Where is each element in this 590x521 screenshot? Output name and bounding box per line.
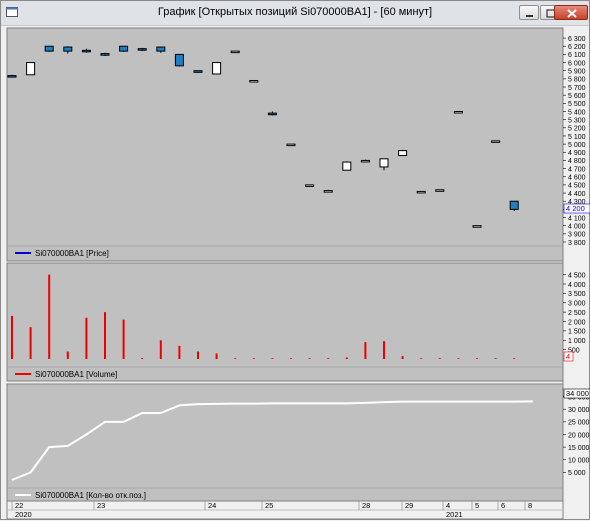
oi-tick-label: 30 000 — [568, 407, 590, 414]
candle — [119, 45, 129, 52]
volume-tick-label: 2 500 — [568, 310, 586, 317]
candle — [249, 79, 259, 83]
price-tick-label: 6 300 — [568, 36, 586, 43]
year-label: 2020 — [15, 510, 32, 519]
candle — [509, 200, 519, 210]
candle — [193, 70, 203, 73]
oi-tick-label: 10 000 — [568, 458, 590, 465]
price-tick-label: 6 100 — [568, 52, 586, 59]
volume-tick-label: 1 500 — [568, 329, 586, 336]
candle — [230, 50, 240, 54]
price-tick-label: 5 200 — [568, 126, 586, 133]
volume-panel[interactable] — [6, 262, 564, 382]
candle — [212, 62, 222, 75]
price-tick-label: 3 900 — [568, 232, 586, 239]
volume-tick-label: 3 500 — [568, 291, 586, 298]
price-y-axis: 6 3006 2006 1006 000 5 9005 8005 7005 600… — [563, 36, 586, 247]
day-label: 6 — [501, 501, 505, 510]
chart-area: Si070000BA1 [Price] Si070000BA1 [Volume]… — [6, 27, 590, 520]
price-tick-label: 5 500 — [568, 101, 586, 108]
price-tick-label: 4 000 — [568, 223, 586, 230]
price-tick-label: 5 000 — [568, 142, 586, 149]
price-tick-label: 4 700 — [568, 166, 586, 173]
price-tick-label: 5 400 — [568, 109, 586, 116]
price-tick-label: 4 800 — [568, 158, 586, 165]
oi-tick-label: 15 000 — [568, 445, 590, 452]
candle — [491, 140, 501, 143]
candle — [100, 53, 110, 56]
volume-tick-label: 4 000 — [568, 282, 586, 289]
price-tick-label: 6 200 — [568, 44, 586, 51]
day-label: 23 — [97, 501, 105, 510]
year-label: 2021 — [446, 510, 463, 519]
day-label: 29 — [405, 501, 413, 510]
volume-tick-label: 1 000 — [568, 338, 586, 345]
candle — [472, 225, 482, 228]
volume-tick-label: 4 500 — [568, 272, 586, 279]
oi-tick-label: 20 000 — [568, 432, 590, 439]
candle — [323, 190, 333, 193]
price-legend: Si070000BA1 [Price] — [35, 249, 109, 258]
candle — [7, 75, 17, 78]
open-interest-legend: Si070000BA1 [Кол-во отк.поз.] — [35, 491, 146, 500]
candle — [286, 143, 296, 147]
day-label: 4 — [446, 501, 450, 510]
price-tick-label: 6 000 — [568, 60, 586, 67]
price-tick-label: 4 600 — [568, 175, 586, 182]
open-interest-y-axis: 35 00030 00025 00020 00015 00010 0005 00… — [563, 394, 590, 477]
candle — [360, 159, 370, 163]
price-tick-label: 5 600 — [568, 93, 586, 100]
candle — [26, 62, 36, 76]
volume-legend: Si070000BA1 [Volume] — [35, 370, 117, 379]
price-tick-label: 5 800 — [568, 77, 586, 84]
price-tick-label: 5 900 — [568, 69, 586, 76]
price-tick-label: 4 900 — [568, 150, 586, 157]
day-label: 24 — [208, 501, 216, 510]
price-tick-label: 4 500 — [568, 183, 586, 190]
candle — [398, 150, 408, 157]
candle — [416, 190, 426, 194]
current-price-label: 4 200 — [566, 204, 585, 213]
candle — [342, 161, 352, 171]
candle — [44, 45, 54, 52]
price-tick-label: 4 100 — [568, 215, 586, 222]
day-label: 22 — [15, 501, 23, 510]
price-tick-label: 5 700 — [568, 85, 586, 92]
candle — [137, 48, 147, 51]
candle — [174, 53, 184, 67]
price-tick-label: 5 300 — [568, 117, 586, 124]
candle — [156, 46, 166, 52]
candle — [63, 46, 73, 52]
candle — [267, 112, 277, 116]
oi-tick-label: 25 000 — [568, 420, 590, 427]
current-volume-label: 4 — [566, 352, 570, 361]
volume-tick-label: 3 000 — [568, 301, 586, 308]
candle — [453, 110, 463, 114]
price-tick-label: 3 800 — [568, 240, 586, 247]
current-oi-label: 34 000 — [566, 389, 589, 398]
day-label: 5 — [475, 501, 479, 510]
day-label: 28 — [362, 501, 370, 510]
candle — [81, 49, 91, 53]
price-tick-label: 4 400 — [568, 191, 586, 198]
oi-tick-label: 5 000 — [568, 470, 586, 477]
price-tick-label: 5 100 — [568, 134, 586, 141]
candle — [435, 189, 445, 192]
volume-y-axis: 4 500 4 000 3 500 3 000 2 500 2 000 1 500 1 000… — [563, 272, 586, 354]
chart-window: График [Открытых позиций Si070000BA1] - … — [0, 0, 590, 520]
candle — [305, 184, 315, 187]
day-label: 25 — [265, 501, 273, 510]
volume-tick-label: 2 000 — [568, 319, 586, 326]
day-label: 8 — [528, 501, 532, 510]
candle — [379, 158, 389, 168]
